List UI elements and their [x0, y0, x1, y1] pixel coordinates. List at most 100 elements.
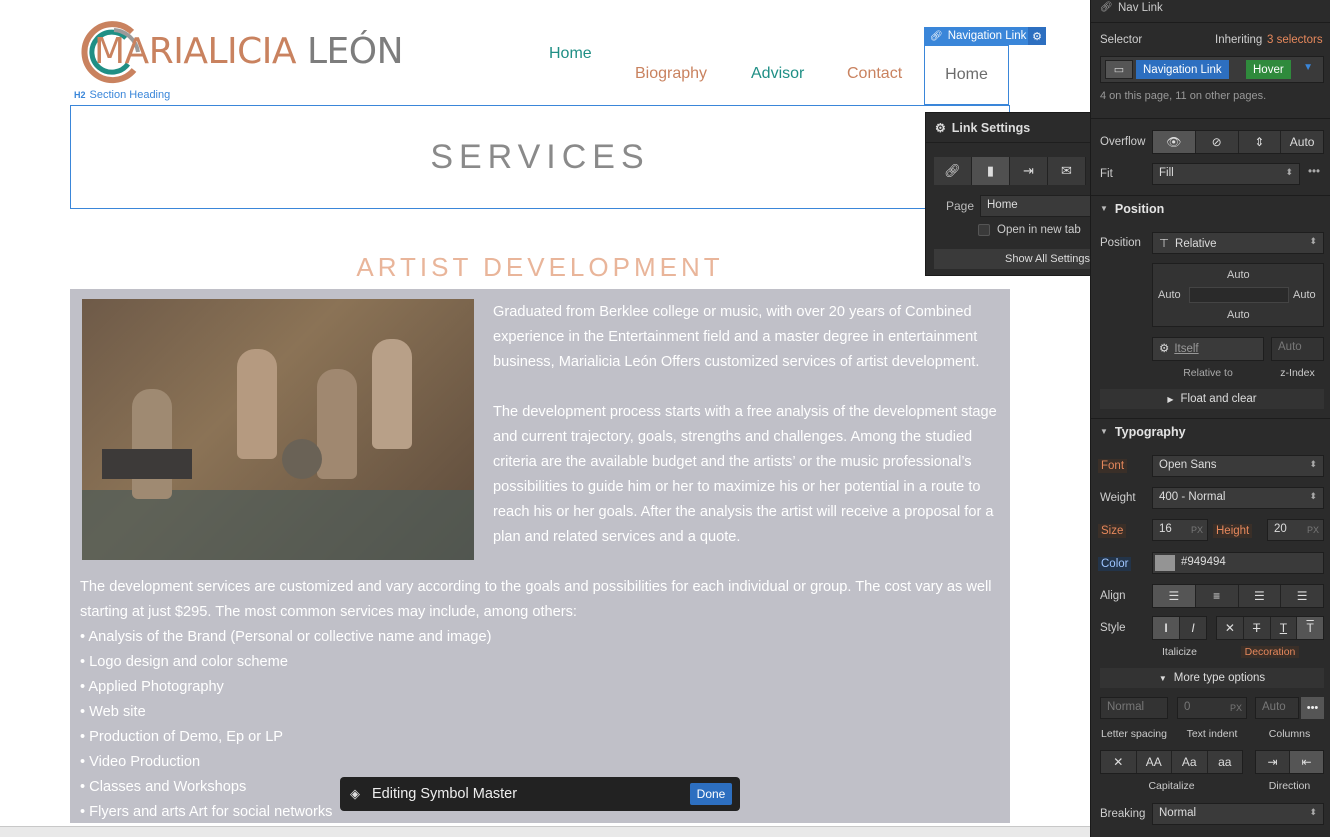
selector-chip-hover[interactable]: Hover — [1246, 60, 1291, 79]
more-options-icon[interactable]: ••• — [1301, 697, 1324, 719]
breaking-select[interactable]: Normal ⬍ — [1152, 803, 1324, 825]
decoration-none-icon[interactable]: ✕ — [1217, 617, 1244, 639]
element-type-icon: ▭ — [1105, 60, 1133, 79]
ltr-direction-icon[interactable]: ⇥ — [1256, 751, 1290, 773]
height-input[interactable]: 20 PX — [1267, 519, 1324, 541]
hidden-icon[interactable]: ⊘ — [1196, 131, 1239, 153]
page-link-icon[interactable]: ▮ — [972, 157, 1010, 185]
position-select[interactable]: ⊤ Relative ⬍ — [1152, 232, 1324, 254]
lowercase-icon[interactable]: aa — [1208, 751, 1243, 773]
columns-input[interactable]: Auto — [1255, 697, 1299, 719]
services-section-heading[interactable]: SERVICES — [70, 105, 1010, 209]
underline-icon[interactable]: T — [1271, 617, 1298, 639]
nav-link-biography[interactable]: Biography — [635, 65, 707, 83]
offset-left[interactable]: Auto — [1158, 289, 1181, 301]
color-input[interactable]: #949494 — [1152, 552, 1324, 574]
list-item: Applied Photography — [80, 675, 1005, 700]
direction-options: ⇥ ⇤ — [1255, 750, 1324, 774]
artist-dev-paragraph-2: The development process starts with a fr… — [493, 404, 997, 545]
artist-development-block[interactable]: Graduated from Berklee college or music,… — [70, 289, 1010, 823]
more-type-options-label: More type options — [1173, 672, 1266, 684]
page-label: Page — [946, 199, 975, 213]
text-indent-input[interactable]: 0 PX — [1177, 697, 1247, 719]
strikethrough-icon[interactable]: T — [1244, 617, 1271, 639]
position-section-header[interactable]: ▼ Position — [1091, 195, 1330, 221]
align-label: Align — [1100, 590, 1126, 602]
url-link-icon[interactable]: 🔗︎ — [934, 157, 972, 185]
section-link-icon[interactable]: ⇥ — [1010, 157, 1048, 185]
nav-link-advisor[interactable]: Advisor — [751, 65, 804, 83]
z-index-field[interactable]: Auto — [1271, 337, 1324, 361]
letter-spacing-label: Letter spacing — [1101, 728, 1167, 740]
symbol-cube-icon: ◈ — [350, 787, 360, 802]
breadcrumb[interactable] — [0, 826, 1090, 837]
z-index-label: z-Index — [1280, 367, 1315, 379]
rtl-direction-icon[interactable]: ⇤ — [1290, 751, 1323, 773]
italic-off-icon[interactable]: I — [1153, 617, 1180, 639]
offset-right[interactable]: Auto — [1293, 289, 1316, 301]
capitalize-none-icon[interactable]: ✕ — [1101, 751, 1137, 773]
overflow-auto[interactable]: Auto — [1281, 131, 1323, 153]
titlecase-icon[interactable]: Aa — [1172, 751, 1208, 773]
collapse-triangle-icon: ▼ — [1100, 204, 1108, 213]
services-title: SERVICES — [430, 137, 650, 176]
decoration-label: Decoration — [1241, 646, 1299, 658]
more-options-icon[interactable]: ••• — [1308, 166, 1320, 178]
scroll-icon[interactable]: ⇕ — [1239, 131, 1282, 153]
show-all-settings-button[interactable]: Show All Settings — [934, 249, 1090, 269]
logo-wordmark: MARIALICIA LEÓN — [94, 31, 404, 72]
list-item: Analysis of the Brand (Personal or colle… — [80, 625, 1005, 650]
typography-section-header[interactable]: ▼ Typography — [1091, 418, 1330, 444]
uppercase-icon[interactable]: AA — [1137, 751, 1172, 773]
weight-label: Weight — [1100, 492, 1136, 504]
size-input[interactable]: 16 PX — [1152, 519, 1208, 541]
align-justify-icon[interactable]: ☰ — [1281, 585, 1323, 607]
letter-spacing-input[interactable]: Normal — [1100, 697, 1168, 719]
chevron-down-icon[interactable]: ▼ — [1303, 62, 1313, 73]
color-swatch[interactable] — [1155, 555, 1175, 571]
gear-icon[interactable]: ⚙ — [1028, 27, 1046, 45]
eye-icon[interactable]: 👁︎ — [1153, 131, 1196, 153]
overline-icon[interactable]: T — [1297, 617, 1323, 639]
nav-link-home-top[interactable]: Home — [549, 45, 592, 63]
italic-on-icon[interactable]: I — [1180, 617, 1206, 639]
more-type-options-toggle[interactable]: ▼ More type options — [1100, 668, 1324, 688]
relative-to-value: Itself — [1174, 343, 1199, 355]
done-button[interactable]: Done — [690, 783, 732, 805]
selector-chip-navigation-link[interactable]: Navigation Link — [1136, 60, 1229, 79]
email-link-icon[interactable]: ✉ — [1048, 157, 1086, 185]
selected-element-badge[interactable]: 🔗︎ Navigation Link ⚙ — [924, 27, 1046, 45]
position-offset-box: Auto Auto Auto Auto — [1152, 263, 1324, 327]
nav-link-home-selected[interactable]: Home — [924, 45, 1009, 105]
align-left-icon[interactable]: ☰ — [1153, 585, 1196, 607]
font-select[interactable]: Open Sans ⬍ — [1152, 455, 1324, 477]
offset-top[interactable]: Auto — [1227, 269, 1250, 281]
gear-icon: ⚙ — [935, 120, 946, 135]
designer-canvas[interactable]: MARIALICIA LEÓN H2 Section Heading Home B… — [0, 0, 1090, 837]
site-logo[interactable]: MARIALICIA LEÓN — [74, 18, 404, 86]
height-label: Height — [1213, 524, 1253, 538]
fit-select[interactable]: Fill ⬍ — [1152, 163, 1300, 185]
panel-header: 🔗︎ Nav Link — [1091, 0, 1330, 20]
position-type-icon: ⊤ — [1159, 238, 1170, 250]
breaking-value: Normal — [1159, 807, 1197, 819]
weight-select[interactable]: 400 - Normal ⬍ — [1152, 487, 1324, 509]
italic-options: I I — [1152, 616, 1207, 640]
breaking-label: Breaking — [1100, 808, 1146, 820]
align-right-icon[interactable]: ☰ — [1239, 585, 1282, 607]
inheriting-count[interactable]: 3 selectors — [1267, 34, 1323, 46]
editing-symbol-label: Editing Symbol Master — [372, 786, 518, 802]
nav-link-contact[interactable]: Contact — [847, 65, 902, 83]
offset-bottom[interactable]: Auto — [1227, 309, 1250, 321]
select-arrows-icon: ⬍ — [1309, 491, 1317, 501]
float-clear-toggle[interactable]: ▶ Float and clear — [1100, 389, 1324, 409]
link-settings-header: ⚙ Link Settings — [926, 113, 1090, 143]
link-icon: 🔗︎ — [930, 30, 943, 42]
text-indent-unit: PX — [1229, 703, 1242, 713]
relative-to-field[interactable]: ⚙ Itself — [1152, 337, 1264, 361]
selector-field[interactable]: ▭ Navigation Link Hover ▼ — [1100, 56, 1324, 83]
align-center-icon[interactable]: ≡ — [1196, 585, 1239, 607]
open-new-tab-checkbox[interactable] — [978, 224, 990, 236]
page-select[interactable]: Home — [980, 195, 1090, 217]
expand-triangle-icon: ▶ — [1167, 394, 1174, 404]
